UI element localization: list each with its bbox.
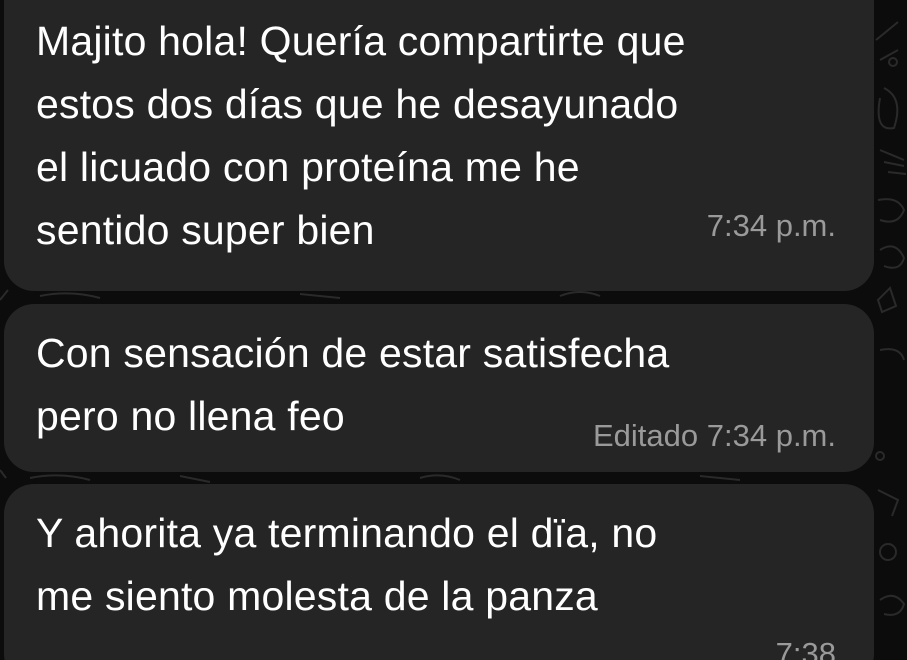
- message-text: Y ahorita ya terminando el dïa, no me si…: [36, 510, 658, 619]
- message-timestamp: 7:38: [775, 636, 836, 660]
- message-timestamp: 7:34 p.m.: [706, 208, 836, 243]
- message-text: Majito hola! Quería compartirte que esto…: [36, 18, 686, 253]
- message-timestamp: Editado 7:34 p.m.: [593, 418, 836, 453]
- message-bubble[interactable]: Con sensación de estar satisfecha pero n…: [4, 304, 874, 472]
- chat-window: Majito hola! Quería compartirte que esto…: [0, 0, 907, 660]
- message-bubble[interactable]: Y ahorita ya terminando el dïa, no me si…: [4, 484, 874, 660]
- message-bubble[interactable]: Majito hola! Quería compartirte que esto…: [4, 0, 874, 291]
- message-text: Con sensación de estar satisfecha pero n…: [36, 330, 670, 439]
